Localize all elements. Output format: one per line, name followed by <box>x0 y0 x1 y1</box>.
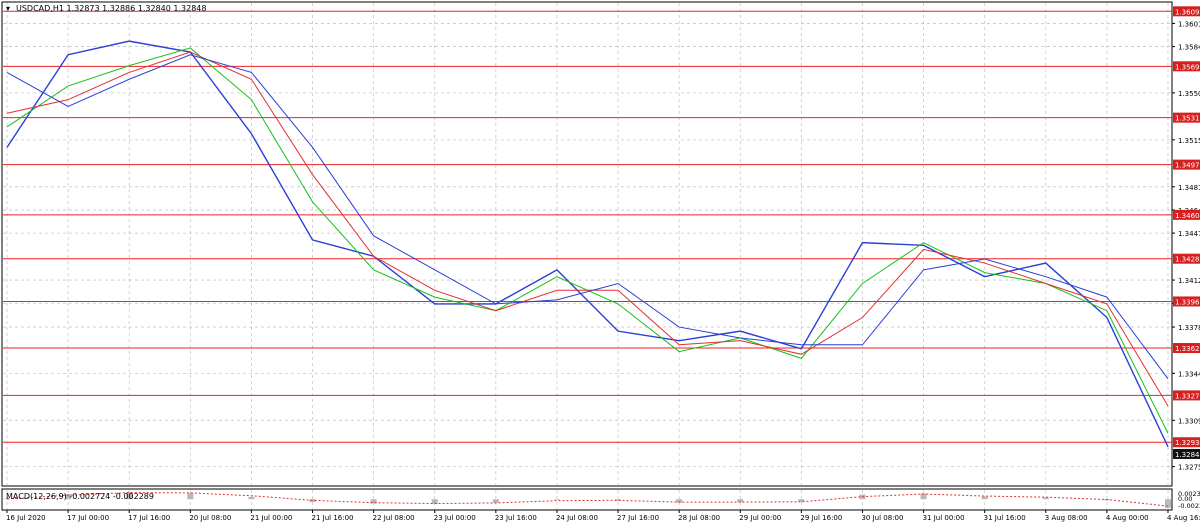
x-tick-label: 28 Jul 08:00 <box>678 514 720 522</box>
macd-bar <box>248 496 255 500</box>
price-chart[interactable]: 1.36010 1.35840 1.35500 1.35155 1.34810 1.346… <box>0 0 1200 525</box>
x-tick-label: 29 Jul 16:00 <box>800 514 842 522</box>
y-tick-label: 1.34470 <box>1178 230 1200 238</box>
y-tick-label: 1.35500 <box>1178 90 1200 98</box>
macd-bar <box>981 496 988 500</box>
symbol-header: USDCAD,H1 1.32873 1.32886 1.32840 1.3284… <box>16 4 206 13</box>
y-tick-label: 1.35155 <box>1178 137 1200 145</box>
macd-bar <box>553 499 560 500</box>
x-tick-label: 17 Jul 00:00 <box>67 514 109 522</box>
x-tick-label: 30 Jul 08:00 <box>861 514 903 522</box>
level-label: 1.34604 <box>1175 212 1200 220</box>
level-label: 1.33968 <box>1175 298 1200 306</box>
chart-window[interactable]: 1.36010 1.35840 1.35500 1.35155 1.34810 1.346… <box>0 0 1200 525</box>
level-label: 1.34282 <box>1175 256 1200 264</box>
x-tick-label: 24 Jul 08:00 <box>556 514 598 522</box>
x-tick-label: 23 Jul 00:00 <box>434 514 476 522</box>
y-tick-label: 1.35840 <box>1178 44 1200 52</box>
y-tick-label: 1.33780 <box>1178 324 1200 332</box>
x-tick-label: 4 Aug 16:00 <box>1167 514 1200 522</box>
x-tick-label: 20 Jul 08:00 <box>189 514 231 522</box>
level-label: 1.36099 <box>1175 8 1200 16</box>
x-tick-label: 23 Jul 16:00 <box>495 514 537 522</box>
x-tick-label: 21 Jul 00:00 <box>250 514 292 522</box>
macd-bar <box>1165 499 1171 508</box>
y-tick-label: 1.32755 <box>1178 464 1200 472</box>
macd-bar <box>492 499 499 503</box>
x-tick-label: 27 Jul 16:00 <box>617 514 659 522</box>
level-label: 1.32934 <box>1175 439 1200 447</box>
level-label: 1.35318 <box>1175 115 1200 123</box>
current-price-label: 1.32848 <box>1175 451 1200 459</box>
x-tick-label: 17 Jul 16:00 <box>128 514 170 522</box>
x-tick-label: 29 Jul 00:00 <box>739 514 781 522</box>
x-tick-label: 16 Jul 2020 <box>6 514 46 522</box>
menu-arrow-icon[interactable]: ▾ <box>6 4 10 13</box>
level-label: 1.33278 <box>1175 392 1200 400</box>
x-tick-label: 3 Aug 08:00 <box>1045 514 1088 522</box>
macd-bar <box>187 493 194 500</box>
macd-tick-label: -0.002397 <box>1178 502 1200 510</box>
x-tick-label: 21 Jul 16:00 <box>312 514 354 522</box>
y-tick-label: 1.34125 <box>1178 277 1200 285</box>
y-tick-label: 1.33095 <box>1178 417 1200 425</box>
y-tick-label: 1.34810 <box>1178 184 1200 192</box>
x-tick-label: 22 Jul 08:00 <box>373 514 415 522</box>
y-tick-label: 1.33440 <box>1178 370 1200 378</box>
level-label: 1.33626 <box>1175 345 1200 353</box>
y-tick-label: 1.36010 <box>1178 20 1200 28</box>
level-label: 1.34973 <box>1175 162 1200 170</box>
x-tick-label: 31 Jul 00:00 <box>923 514 965 522</box>
macd-header: MACD(12,26,9) -0.002724 -0.002289 <box>6 492 154 501</box>
x-tick-label: 31 Jul 16:00 <box>984 514 1026 522</box>
level-label: 1.35695 <box>1175 63 1200 71</box>
chart-header: ▾ USDCAD,H1 1.32873 1.32886 1.32840 1.32… <box>6 4 206 13</box>
x-tick-label: 4 Aug 00:00 <box>1106 514 1149 522</box>
